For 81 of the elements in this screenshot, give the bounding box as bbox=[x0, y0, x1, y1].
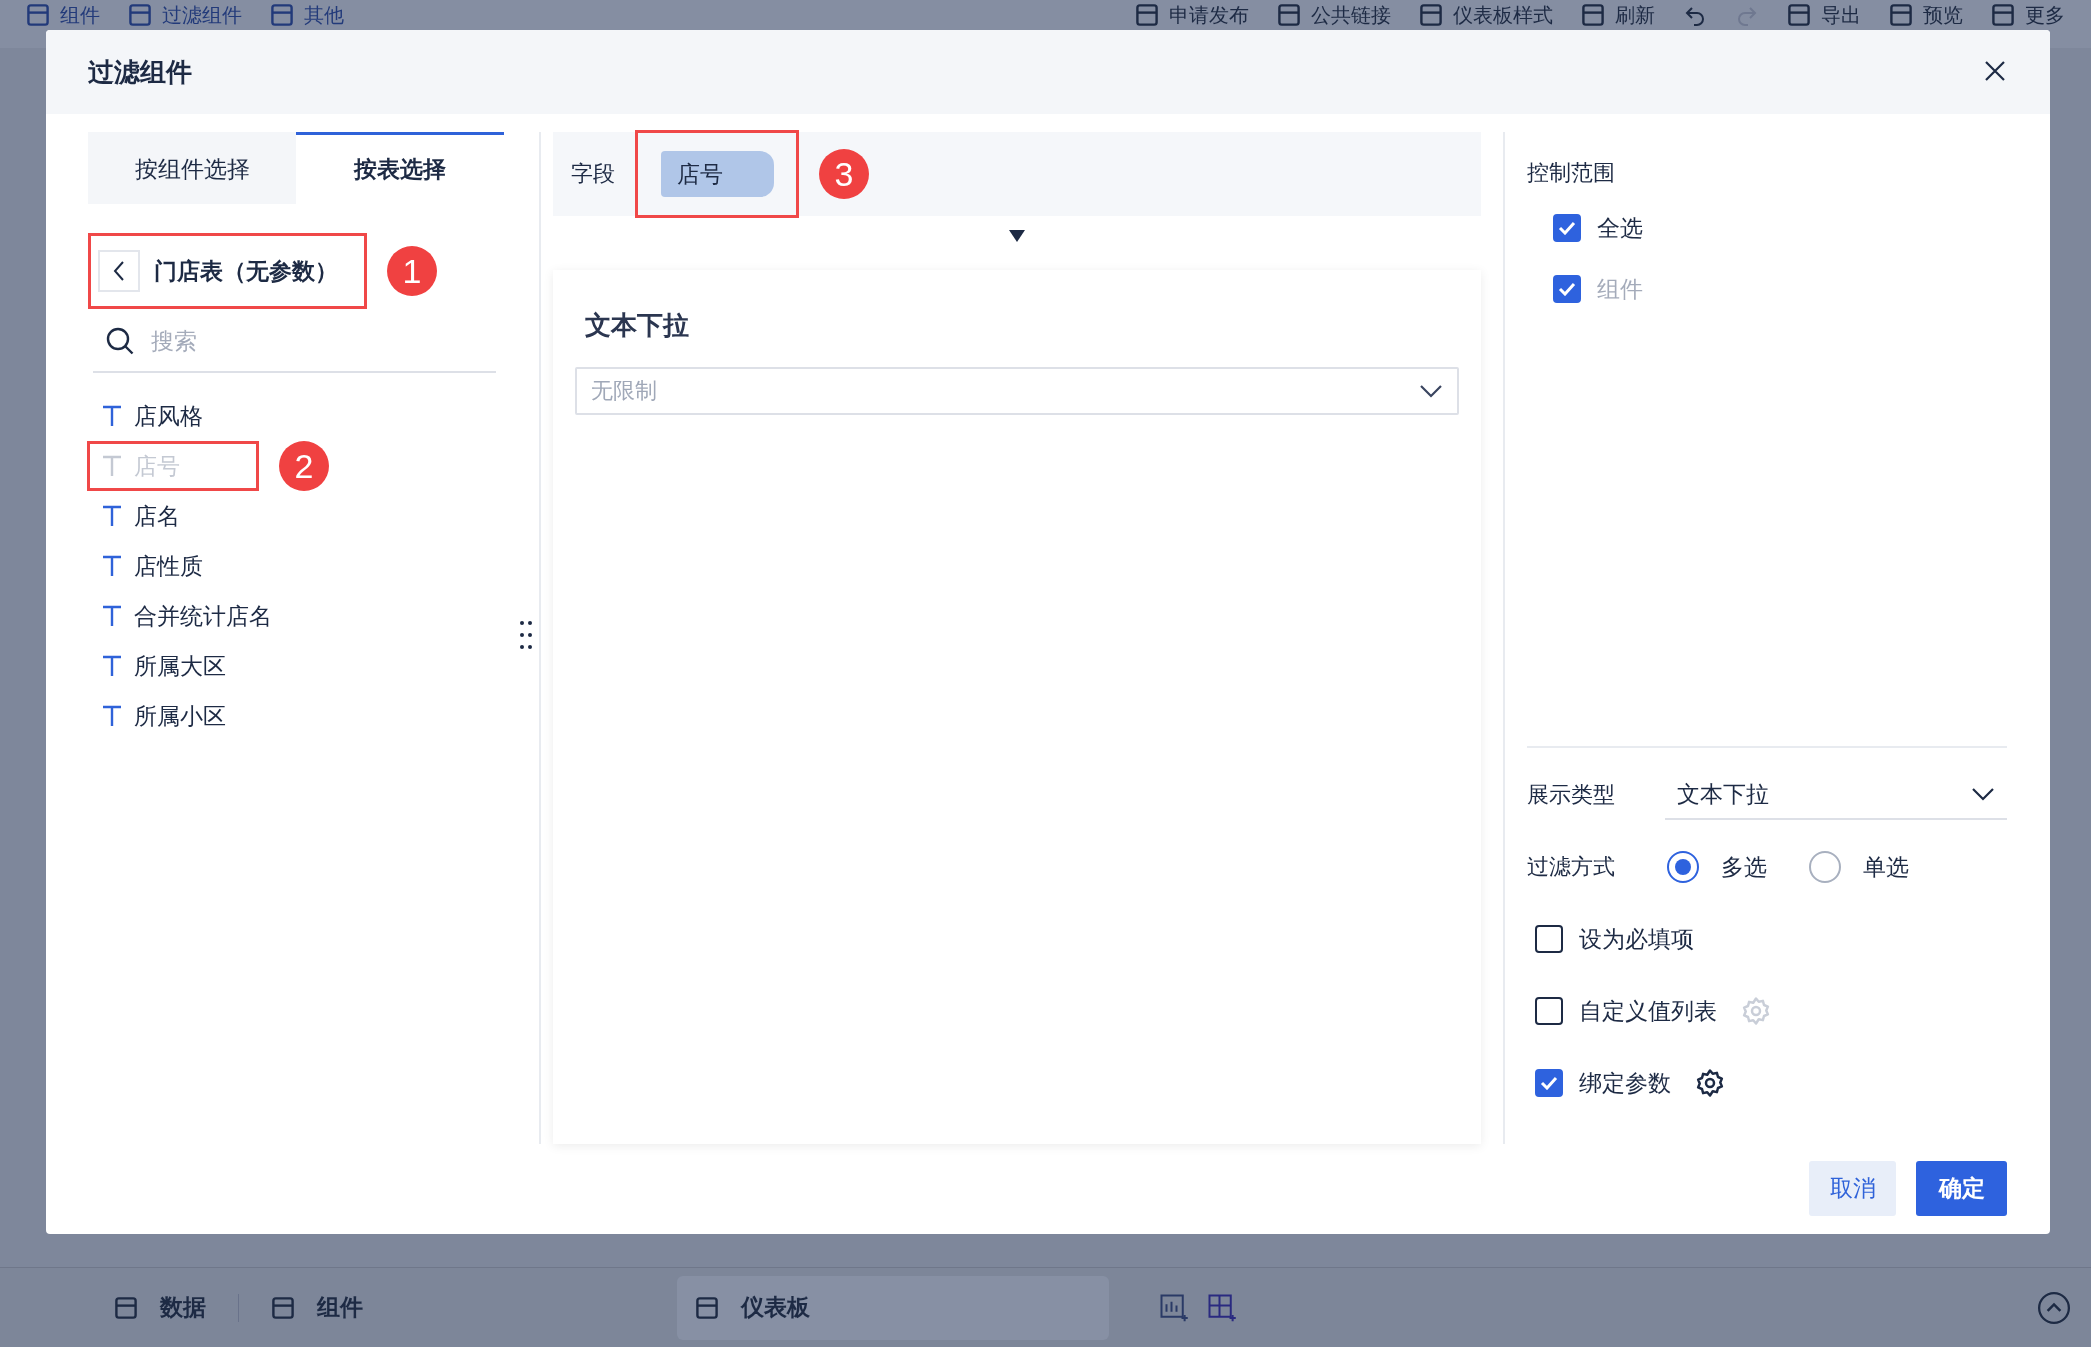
setting-label: 过滤方式 bbox=[1527, 853, 1616, 881]
toolbar-button[interactable]: 仪表板样式 bbox=[1419, 3, 1553, 27]
text-type-icon bbox=[102, 605, 122, 627]
collapse-icon[interactable] bbox=[2037, 1290, 2071, 1325]
settings-icon[interactable] bbox=[1695, 1068, 1725, 1098]
preview-title: 文本下拉 bbox=[585, 309, 690, 342]
field-item[interactable]: 店性质 bbox=[88, 544, 260, 588]
field-chip[interactable]: 店号 bbox=[660, 151, 774, 197]
text-type-icon bbox=[102, 405, 122, 427]
radio-option[interactable]: 单选 bbox=[1807, 851, 1909, 883]
radio-option[interactable]: 多选 bbox=[1665, 851, 1767, 883]
field-item[interactable]: 所属小区 bbox=[88, 694, 260, 738]
toolbar-button[interactable]: 公共链接 bbox=[1277, 3, 1391, 27]
field-item[interactable]: 所属大区 bbox=[88, 644, 260, 688]
check-icon bbox=[1540, 1076, 1558, 1090]
radio-button[interactable] bbox=[1809, 851, 1841, 883]
toolbar-tab[interactable]: 组件 bbox=[26, 3, 100, 27]
chevron-down-icon bbox=[1971, 786, 1995, 802]
table-title: 门店表（无参数） bbox=[154, 256, 338, 286]
checkbox-option[interactable]: 设为必填项 bbox=[1535, 915, 1694, 963]
add-layout-icon[interactable] bbox=[1207, 1292, 1237, 1323]
toolbar-button[interactable]: 导出 bbox=[1787, 3, 1861, 27]
toolbar-icon bbox=[1419, 3, 1443, 27]
toolbar-button[interactable]: 刷新 bbox=[1581, 3, 1655, 27]
chevron-left-icon bbox=[112, 260, 126, 282]
tab[interactable]: 按组件选择 bbox=[88, 132, 296, 204]
toolbar-button[interactable]: 申请发布 bbox=[1135, 3, 1249, 27]
toolbar-tab[interactable]: 过滤组件 bbox=[128, 3, 242, 27]
confirm-button[interactable]: 确定 bbox=[1916, 1161, 2007, 1216]
toolbar-icon bbox=[1277, 3, 1301, 27]
add-chart-icon[interactable] bbox=[1159, 1292, 1189, 1323]
checkbox[interactable] bbox=[1535, 925, 1563, 953]
text-type-icon bbox=[102, 505, 122, 527]
field-item[interactable]: 合并统计店名 bbox=[88, 594, 272, 638]
tab-icon bbox=[114, 1295, 138, 1320]
checkbox-option[interactable]: 绑定参数 bbox=[1535, 1059, 1671, 1107]
checkbox-option[interactable]: 自定义值列表 bbox=[1535, 987, 1717, 1035]
toolbar-tab[interactable]: 其他 bbox=[270, 3, 344, 27]
checkbox-option[interactable]: 全选 bbox=[1553, 204, 2007, 252]
toolbar-button[interactable]: 预览 bbox=[1889, 3, 1963, 27]
tab-icon bbox=[271, 1295, 295, 1320]
field-item[interactable]: 店名 bbox=[88, 494, 260, 538]
setting-label: 展示类型 bbox=[1527, 781, 1616, 809]
section-title: 控制范围 bbox=[1527, 159, 1616, 187]
bottom-tab[interactable]: 数据 bbox=[90, 1275, 230, 1340]
toolbar-icon bbox=[128, 3, 152, 27]
search-field[interactable]: 搜索 bbox=[149, 327, 496, 355]
text-type-icon bbox=[102, 705, 122, 727]
toolbar-icon bbox=[1581, 3, 1605, 27]
step-badge: 2 bbox=[279, 441, 329, 491]
checkbox[interactable] bbox=[1553, 214, 1581, 242]
back-button[interactable] bbox=[98, 250, 140, 292]
check-icon bbox=[1558, 221, 1576, 235]
bottom-tab[interactable]: 组件 bbox=[247, 1275, 387, 1340]
tab-icon bbox=[695, 1295, 719, 1320]
text-type-icon bbox=[102, 555, 122, 577]
toolbar-button[interactable]: 更多 bbox=[1991, 3, 2065, 27]
down-triangle-icon bbox=[1009, 230, 1025, 242]
text-type-icon bbox=[102, 655, 122, 677]
check-icon bbox=[1558, 282, 1576, 296]
dialog-title: 过滤组件 bbox=[88, 55, 192, 89]
cancel-button[interactable]: 取消 bbox=[1809, 1161, 1896, 1216]
toolbar-icon bbox=[1787, 3, 1811, 27]
drag-handle-icon[interactable] bbox=[519, 620, 533, 650]
field-label: 字段 bbox=[571, 160, 615, 188]
field-item[interactable]: 店风格 bbox=[88, 394, 260, 438]
checkbox[interactable] bbox=[1535, 997, 1563, 1025]
step-badge: 1 bbox=[387, 246, 437, 296]
checkbox[interactable] bbox=[1535, 1069, 1563, 1097]
step-badge: 3 bbox=[819, 149, 869, 199]
bottom-tab[interactable]: 仪表板 bbox=[677, 1275, 1109, 1340]
text-type-icon bbox=[102, 455, 122, 477]
toolbar-icon bbox=[1991, 3, 2015, 27]
toolbar-icon bbox=[26, 3, 50, 27]
search-icon bbox=[105, 326, 135, 356]
radio-button[interactable] bbox=[1667, 851, 1699, 883]
toolbar-icon bbox=[1889, 3, 1913, 27]
chevron-down-icon bbox=[1419, 383, 1443, 399]
select-field[interactable]: 文本下拉 bbox=[1665, 770, 2007, 820]
toolbar-icon bbox=[1135, 3, 1159, 27]
toolbar-icon bbox=[270, 3, 294, 27]
